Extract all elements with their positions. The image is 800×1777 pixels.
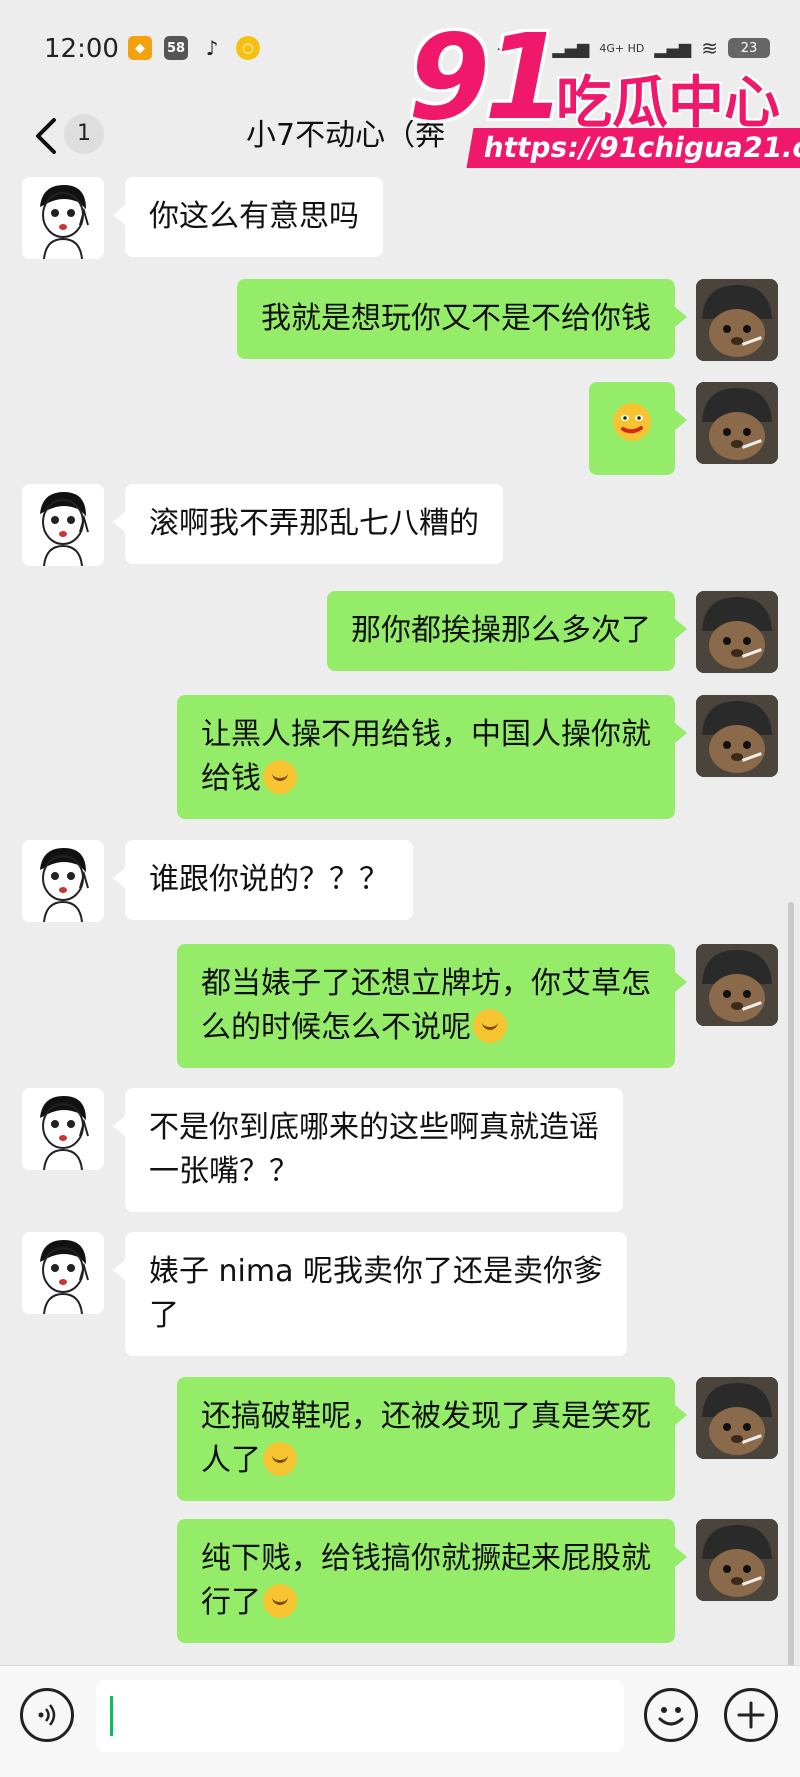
my-avatar[interactable]	[696, 279, 778, 361]
unread-count-badge[interactable]: 1	[64, 114, 104, 154]
status-time: 12:00	[44, 34, 119, 64]
message-input[interactable]	[96, 1680, 624, 1752]
contact-avatar[interactable]	[22, 1232, 104, 1314]
contact-avatar[interactable]	[22, 840, 104, 922]
coin-icon: ○	[236, 36, 260, 60]
my-avatar-image	[696, 279, 778, 361]
emoji-button[interactable]	[644, 1688, 698, 1742]
message-line: 都当婊子了还想立牌坊，你艾草怎	[201, 966, 651, 1001]
thinking-face-emoji	[473, 1009, 507, 1043]
message-line: 么的时候怎么不说呢	[201, 1006, 651, 1050]
message-bubble-outgoing[interactable]: 我就是想玩你又不是不给你钱	[237, 279, 687, 359]
message-text: 给钱	[201, 761, 261, 796]
more-button[interactable]	[724, 1688, 778, 1742]
message-text: 行了	[201, 1585, 261, 1620]
message-line: 不是你到底哪来的这些啊真就造谣	[149, 1110, 599, 1145]
voice-icon	[38, 1704, 56, 1726]
input-bar	[0, 1665, 800, 1777]
status-notification-icons: ◆ 58 ♪ ○	[128, 36, 260, 60]
voice-button[interactable]	[20, 1688, 74, 1742]
chat-scrollbar[interactable]	[788, 902, 794, 1777]
contact-avatar[interactable]	[22, 177, 104, 259]
message-bubble-incoming[interactable]: 滚啊我不弄那乱七八糟的	[113, 484, 503, 564]
my-avatar-image	[696, 944, 778, 1026]
message-bubble-incoming[interactable]: 不是你到底哪来的这些啊真就造谣 一张嘴？？	[113, 1088, 623, 1212]
thinking-face-emoji	[263, 1584, 297, 1618]
my-avatar-image	[696, 382, 778, 464]
watermark-url: https://91chigua21.com	[466, 128, 800, 168]
message-text: 人了	[201, 1443, 261, 1478]
my-avatar-image	[696, 1519, 778, 1601]
contact-avatar[interactable]	[22, 1088, 104, 1170]
message-line: 还搞破鞋呢，还被发现了真是笑死	[201, 1399, 651, 1434]
message-bubble-outgoing[interactable]: 还搞破鞋呢，还被发现了真是笑死 人了	[177, 1377, 687, 1501]
my-avatar[interactable]	[696, 591, 778, 673]
contact-avatar-image	[22, 177, 104, 259]
app-58-icon: 58	[164, 36, 188, 60]
message-line: 行了	[201, 1581, 651, 1625]
my-avatar[interactable]	[696, 944, 778, 1026]
message-bubble-incoming[interactable]: 你这么有意思吗	[113, 177, 383, 257]
contact-avatar-image	[22, 1232, 104, 1314]
message-text: 么的时候怎么不说呢	[201, 1010, 471, 1045]
message-bubble-incoming[interactable]: 婊子 nima 呢我卖你了还是卖你爹 了	[112, 1232, 628, 1356]
back-icon[interactable]	[30, 114, 66, 158]
my-avatar[interactable]	[696, 1377, 778, 1459]
watermark-name: 吃瓜中心	[556, 71, 780, 136]
my-avatar-image	[696, 591, 778, 673]
message-bubble-outgoing[interactable]: 都当婊子了还想立牌坊，你艾草怎 么的时候怎么不说呢	[177, 944, 687, 1068]
app-notification-icon: ◆	[128, 36, 152, 60]
message-line: 人了	[201, 1439, 651, 1483]
my-avatar-image	[696, 1377, 778, 1459]
tears-of-joy-emoji	[263, 1442, 297, 1476]
message-line: 纯下贱，给钱搞你就撅起来屁股就	[201, 1541, 651, 1576]
thinking-face-emoji	[263, 760, 297, 794]
message-line: 让黑人操不用给钱，中国人操你就	[201, 717, 651, 752]
message-bubble-outgoing[interactable]: 让黑人操不用给钱，中国人操你就 给钱	[177, 695, 687, 819]
my-avatar-image	[696, 695, 778, 777]
contact-avatar-image	[22, 1088, 104, 1170]
message-bubble-outgoing[interactable]: 那你都挨操那么多次了	[327, 591, 687, 671]
message-line: 了	[149, 1298, 179, 1333]
contact-avatar-image	[22, 484, 104, 566]
watermark-number: 91	[408, 8, 566, 146]
message-line: 婊子 nima 呢我卖你了还是卖你爹	[149, 1254, 604, 1289]
message-bubble-incoming[interactable]: 谁跟你说的？？？	[113, 840, 413, 920]
my-avatar[interactable]	[696, 695, 778, 777]
my-avatar[interactable]	[696, 1519, 778, 1601]
watermark-logo: 91 吃瓜中心 https://91chigua21.com	[408, 8, 800, 170]
message-line: 给钱	[201, 757, 651, 801]
contact-avatar-image	[22, 840, 104, 922]
plus-icon	[737, 1701, 765, 1729]
message-bubble-outgoing[interactable]: 纯下贱，给钱搞你就撅起来屁股就 行了	[177, 1519, 687, 1643]
smirk-face-emoji	[613, 403, 651, 441]
my-avatar[interactable]	[696, 382, 778, 464]
text-caret	[110, 1696, 113, 1736]
contact-avatar[interactable]	[22, 484, 104, 566]
message-line: 一张嘴？？	[149, 1154, 299, 1189]
message-bubble-outgoing[interactable]	[589, 382, 687, 475]
tiktok-icon: ♪	[205, 36, 219, 60]
message-list[interactable]: 你这么有意思吗 我就是想玩你又不是不给你钱 滚啊我不弄那乱七八糟的 那你都挨操那…	[0, 172, 800, 1777]
emoji-icon	[658, 1707, 684, 1726]
